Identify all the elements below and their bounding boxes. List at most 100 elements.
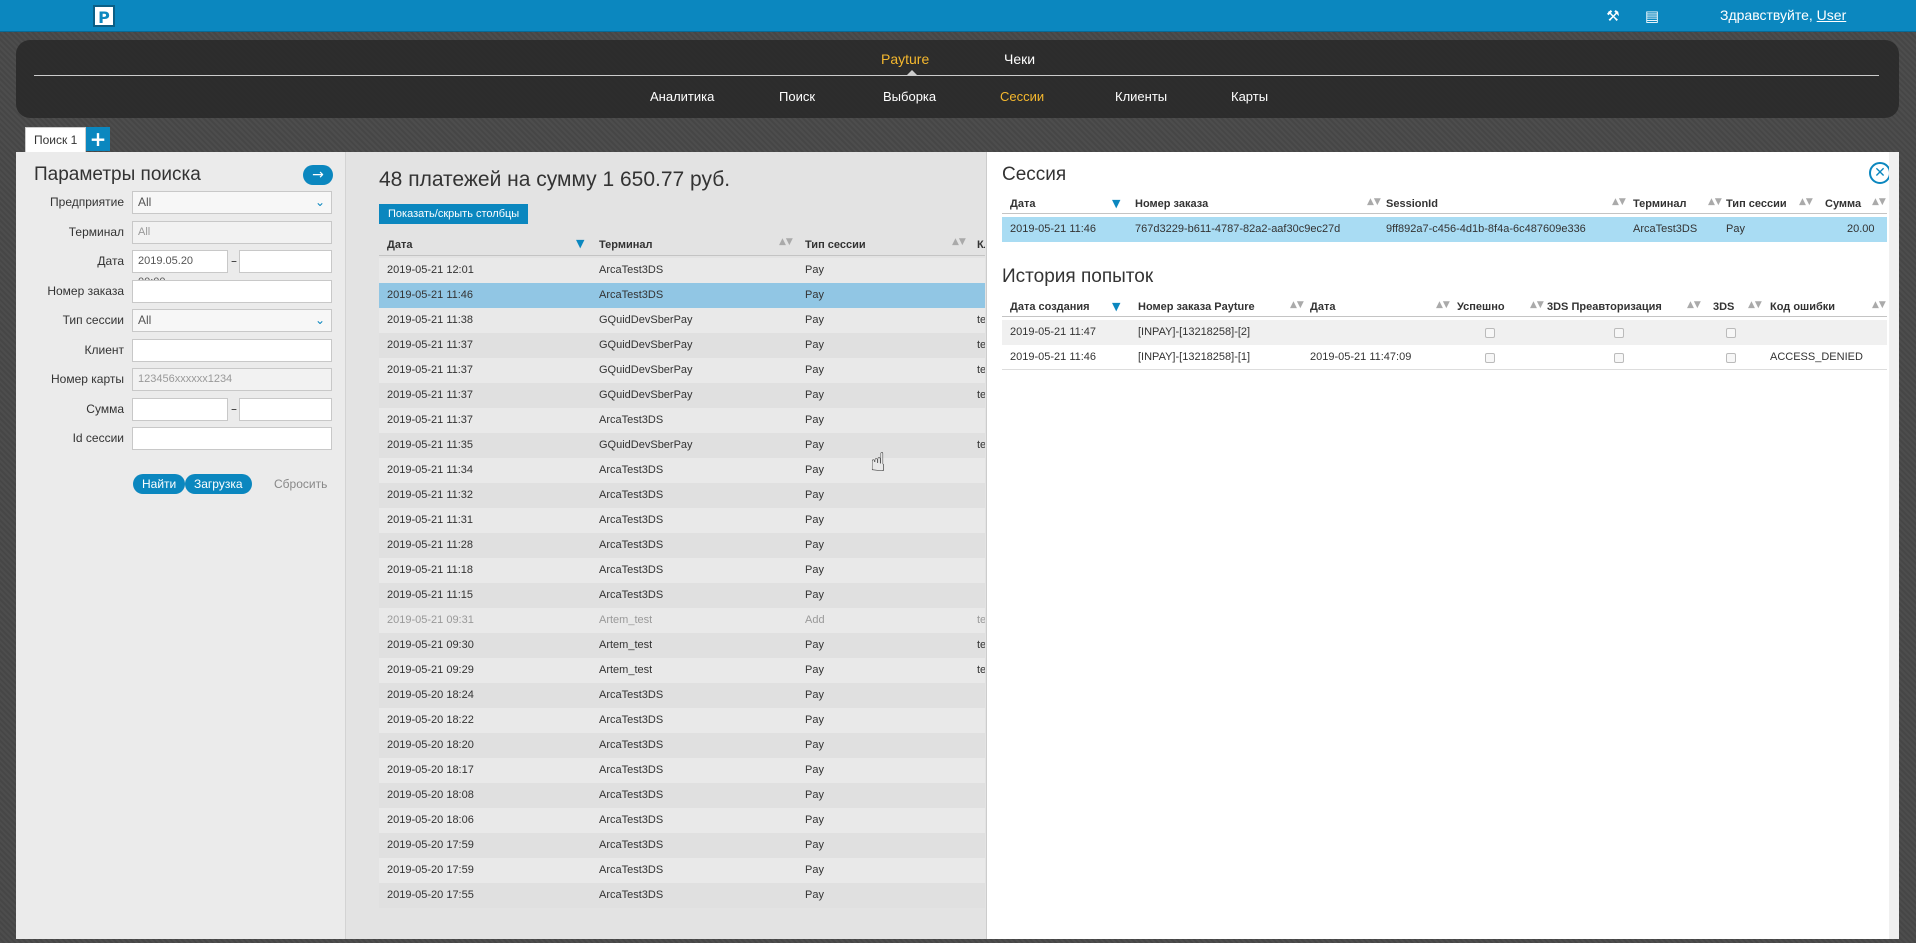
add-tab-button[interactable]: + <box>86 127 110 151</box>
success-checkbox[interactable] <box>1485 328 1495 338</box>
col-payture-order[interactable]: Номер заказа Payture <box>1138 301 1255 313</box>
col-success[interactable]: Успешно <box>1457 301 1505 313</box>
col-order[interactable]: Номер заказа <box>1135 198 1208 210</box>
col-date[interactable]: Дата <box>1010 198 1035 210</box>
client-input[interactable] <box>132 339 332 362</box>
sort-icon[interactable]: ▲▼ <box>1748 300 1762 310</box>
user-link[interactable]: User <box>1817 7 1847 23</box>
col-session-type[interactable]: Тип сессии <box>805 239 866 251</box>
date-to-input[interactable] <box>239 250 332 273</box>
session-row[interactable]: 2019-05-21 11:46 767d3229-b611-4787-82a2… <box>1002 217 1887 242</box>
find-button[interactable]: Найти <box>133 474 186 494</box>
col-3ds[interactable]: 3DS <box>1713 301 1734 313</box>
table-row[interactable]: 2019-05-21 11:35 GQuidDevSberPay Pay test <box>379 433 985 458</box>
col-session-type[interactable]: Тип сессии <box>1726 198 1787 210</box>
3ds-checkbox[interactable] <box>1726 353 1736 363</box>
sort-icon[interactable]: ▲▼ <box>952 237 966 247</box>
table-row[interactable]: 2019-05-20 17:59 ArcaTest3DS Pay <box>379 833 985 858</box>
sort-icon[interactable]: ▲▼ <box>1436 300 1450 310</box>
col-terminal[interactable]: Терминал <box>1633 198 1687 210</box>
col-client[interactable]: Кл <box>977 239 985 251</box>
scrollbar[interactable] <box>1889 152 1899 939</box>
table-row[interactable]: 2019-05-21 12:01 ArcaTest3DS Pay <box>379 258 985 283</box>
sort-icon[interactable]: ▲▼ <box>1290 300 1304 310</box>
nav-payture[interactable]: Payture <box>881 51 929 67</box>
table-row[interactable]: 2019-05-21 11:38 GQuidDevSberPay Pay test <box>379 308 985 333</box>
toggle-columns-button[interactable]: Показать/скрыть столбцы <box>379 204 529 224</box>
nav-cards[interactable]: Карты <box>1231 89 1268 104</box>
enterprise-select[interactable]: All ⌄ <box>132 191 332 214</box>
amount-from-input[interactable] <box>132 398 228 421</box>
col-date[interactable]: Дата <box>387 239 412 251</box>
sort-icon[interactable]: ▲▼ <box>1708 197 1722 207</box>
col-created[interactable]: Дата создания <box>1010 301 1090 313</box>
collapse-params-button[interactable]: → <box>303 165 333 185</box>
3ds-checkbox[interactable] <box>1726 328 1736 338</box>
session-id-input[interactable] <box>132 427 332 450</box>
sort-icon[interactable]: ▲▼ <box>1872 197 1886 207</box>
table-row[interactable]: 2019-05-21 11:46 ArcaTest3DS Pay <box>379 283 985 308</box>
sort-icon[interactable]: ▲▼ <box>1687 300 1701 310</box>
sort-icon[interactable]: ▲▼ <box>1872 300 1886 310</box>
nav-receipts[interactable]: Чеки <box>1004 51 1035 67</box>
table-row[interactable]: 2019-05-20 18:20 ArcaTest3DS Pay <box>379 733 985 758</box>
col-error-code[interactable]: Код ошибки <box>1770 301 1835 313</box>
sort-desc-icon[interactable]: ▼ <box>1112 300 1120 313</box>
table-row[interactable]: 2019-05-20 17:59 ArcaTest3DS Pay <box>379 858 985 883</box>
date-from-input[interactable]: 2019.05.20 00:00 <box>132 250 228 288</box>
preauth-checkbox[interactable] <box>1614 353 1624 363</box>
nav-clients[interactable]: Клиенты <box>1115 89 1167 104</box>
sort-icon[interactable]: ▲▼ <box>779 237 793 247</box>
history-row[interactable]: 2019-05-21 11:46 [INPAY]-[13218258]-[1] … <box>1002 345 1887 370</box>
close-icon[interactable]: ✕ <box>1869 162 1891 184</box>
table-row[interactable]: 2019-05-21 11:32 ArcaTest3DS Pay <box>379 483 985 508</box>
table-row[interactable]: 2019-05-21 11:31 ArcaTest3DS Pay <box>379 508 985 533</box>
terminal-input[interactable]: All <box>132 221 332 244</box>
table-row[interactable]: 2019-05-21 11:34 ArcaTest3DS Pay <box>379 458 985 483</box>
table-row[interactable]: 2019-05-20 18:06 ArcaTest3DS Pay <box>379 808 985 833</box>
table-row[interactable]: 2019-05-21 09:31 Artem_test Add test <box>379 608 985 633</box>
col-terminal[interactable]: Терминал <box>599 239 653 251</box>
table-row[interactable]: 2019-05-20 18:08 ArcaTest3DS Pay <box>379 783 985 808</box>
nav-selection[interactable]: Выборка <box>883 89 936 104</box>
table-row[interactable]: 2019-05-21 11:28 ArcaTest3DS Pay <box>379 533 985 558</box>
table-row[interactable]: 2019-05-20 18:17 ArcaTest3DS Pay <box>379 758 985 783</box>
sort-icon[interactable]: ▲▼ <box>1612 197 1626 207</box>
session-type-select[interactable]: All ⌄ <box>132 309 332 332</box>
clipboard-icon[interactable]: ▤ <box>1643 7 1661 25</box>
table-row[interactable]: 2019-05-20 17:55 ArcaTest3DS Pay <box>379 883 985 908</box>
sort-icon[interactable]: ▲▼ <box>1367 197 1381 207</box>
tab-search-1[interactable]: Поиск 1 <box>25 127 87 152</box>
nav-analytics[interactable]: Аналитика <box>650 89 714 104</box>
table-row[interactable]: 2019-05-21 11:37 ArcaTest3DS Pay <box>379 408 985 433</box>
sort-icon[interactable]: ▲▼ <box>1799 197 1813 207</box>
sort-desc-icon[interactable]: ▼ <box>576 237 584 250</box>
nav-sessions[interactable]: Сессии <box>1000 89 1044 104</box>
sort-desc-icon[interactable]: ▼ <box>1112 197 1120 210</box>
preauth-checkbox[interactable] <box>1614 328 1624 338</box>
wrench-icon[interactable]: ⚒ <box>1604 7 1622 25</box>
history-row[interactable]: 2019-05-21 11:47 [INPAY]-[13218258]-[2] <box>1002 320 1887 345</box>
table-row[interactable]: 2019-05-21 11:18 ArcaTest3DS Pay <box>379 558 985 583</box>
col-amount[interactable]: Сумма <box>1825 198 1861 210</box>
reset-button[interactable]: Сбросить <box>274 477 327 491</box>
table-row[interactable]: 2019-05-20 18:24 ArcaTest3DS Pay <box>379 683 985 708</box>
success-checkbox[interactable] <box>1485 353 1495 363</box>
table-row[interactable]: 2019-05-21 11:15 ArcaTest3DS Pay <box>379 583 985 608</box>
col-3ds-preauth[interactable]: 3DS Преавторизация <box>1547 301 1662 313</box>
nav-search[interactable]: Поиск <box>779 89 815 104</box>
table-row[interactable]: 2019-05-20 18:22 ArcaTest3DS Pay <box>379 708 985 733</box>
amount-to-input[interactable] <box>239 398 332 421</box>
table-row[interactable]: 2019-05-21 11:37 GQuidDevSberPay Pay test <box>379 358 985 383</box>
table-row[interactable]: 2019-05-21 09:30 Artem_test Pay test <box>379 633 985 658</box>
load-button[interactable]: Загрузка <box>185 474 252 494</box>
table-row[interactable]: 2019-05-21 09:29 Artem_test Pay test <box>379 658 985 683</box>
col-session-id[interactable]: SessionId <box>1386 198 1438 210</box>
table-row[interactable]: 2019-05-21 11:37 GQuidDevSberPay Pay test <box>379 383 985 408</box>
order-input[interactable] <box>132 280 332 303</box>
sort-icon[interactable]: ▲▼ <box>1530 300 1544 310</box>
table-row[interactable]: 2019-05-21 11:37 GQuidDevSberPay Pay test <box>379 333 985 358</box>
card-input[interactable]: 123456xxxxxx1234 <box>132 368 332 391</box>
logo-icon[interactable]: P <box>93 5 115 27</box>
col-date[interactable]: Дата <box>1310 301 1335 313</box>
